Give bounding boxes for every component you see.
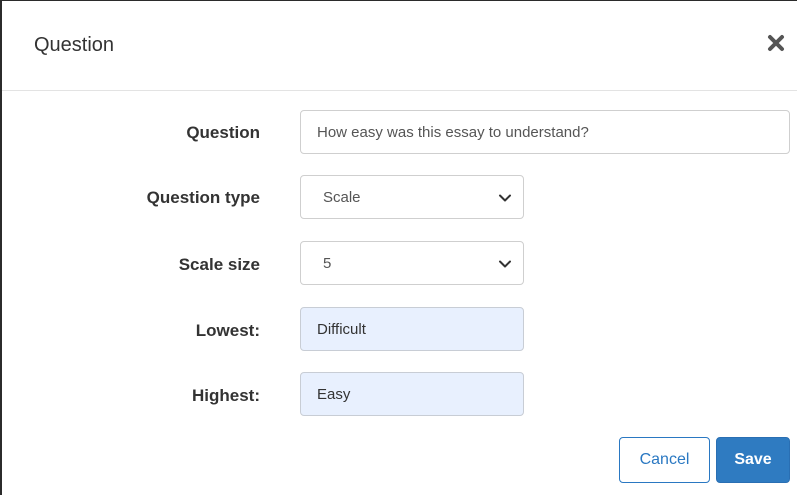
question-type-value: Scale xyxy=(323,188,361,206)
question-dialog: Question Question How easy was this essa… xyxy=(0,0,797,495)
close-button[interactable] xyxy=(764,31,788,55)
scale-size-select[interactable]: 5 xyxy=(300,241,524,285)
chevron-down-icon xyxy=(499,260,511,268)
question-label: Question xyxy=(186,123,260,142)
chevron-down-icon xyxy=(499,194,511,202)
highest-input-value: Easy xyxy=(317,385,351,403)
lowest-label: Lowest: xyxy=(195,321,260,340)
dialog-header: Question xyxy=(2,1,797,91)
lowest-input-value: Difficult xyxy=(317,320,366,338)
question-input-value: How easy was this essay to understand? xyxy=(317,123,589,141)
save-button[interactable]: Save xyxy=(716,437,790,483)
cancel-button[interactable]: Cancel xyxy=(619,437,710,483)
question-input[interactable]: How easy was this essay to understand? xyxy=(300,110,790,154)
scale-size-value: 5 xyxy=(323,254,332,272)
highest-label: Highest: xyxy=(192,386,260,405)
dialog-title: Question xyxy=(34,34,115,56)
highest-input[interactable]: Easy xyxy=(300,372,524,416)
scale-size-label: Scale size xyxy=(178,255,260,274)
lowest-input[interactable]: Difficult xyxy=(300,307,524,351)
question-type-label: Question type xyxy=(146,188,260,207)
close-icon xyxy=(768,35,784,51)
question-type-select[interactable]: Scale xyxy=(300,175,524,219)
